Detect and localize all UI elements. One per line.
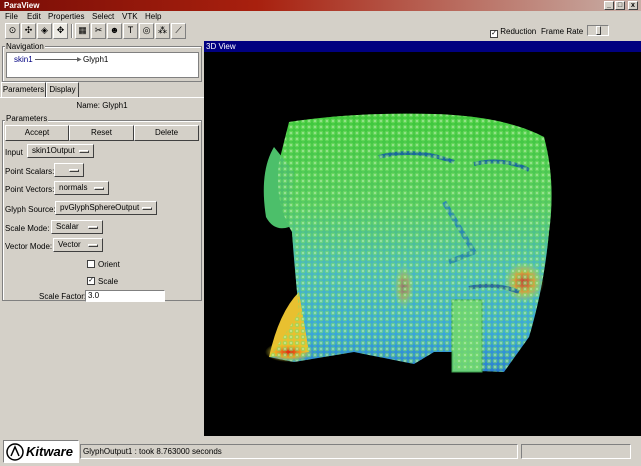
accept-button[interactable]: Accept xyxy=(5,125,69,141)
nav-arrow xyxy=(35,59,79,60)
view-header: 3D View xyxy=(204,41,641,52)
glyph-source-value: pvGlyphSphereOutput xyxy=(60,203,140,212)
tab-parameters[interactable]: Parameters xyxy=(1,82,46,98)
render-view[interactable] xyxy=(204,52,641,436)
reduction-control: ✓ Reduction xyxy=(490,27,536,38)
reset-camera-icon[interactable]: ⊙ xyxy=(5,23,20,39)
input-label: Input xyxy=(5,148,23,157)
maximize-button[interactable]: □ xyxy=(615,1,625,10)
menu-help[interactable]: Help xyxy=(145,12,161,21)
clip-icon[interactable]: ☻ xyxy=(107,23,122,39)
menu-indicator-icon xyxy=(94,187,104,190)
minimize-button[interactable]: _ xyxy=(604,1,614,10)
source-name: Name: Glyph1 xyxy=(76,101,128,110)
translate-icon[interactable]: ✥ xyxy=(53,23,68,39)
scale-factor-field[interactable]: 3.0 xyxy=(85,290,165,302)
point-scalars-menu[interactable] xyxy=(54,163,84,177)
scale-checkbox[interactable]: ✓ xyxy=(87,277,95,285)
reduction-checkbox[interactable]: ✓ xyxy=(490,30,498,38)
scale-factor-label: Scale Factor: xyxy=(39,292,87,301)
navigation-label: Navigation xyxy=(5,42,45,51)
glyph-head-render xyxy=(263,113,552,373)
vector-mode-label: Vector Mode: xyxy=(5,242,53,251)
toolbar: ⊙ ✣ ◈ ✥ ▦ ✂ ☻ T ◎ ⁂ ⟋ ✓ Reduction Frame … xyxy=(0,22,641,41)
kitware-logo: Kitware xyxy=(3,440,79,463)
view-title: 3D View xyxy=(206,42,236,51)
kitware-logo-icon xyxy=(6,443,24,461)
glyph-source-menu[interactable]: pvGlyphSphereOutput xyxy=(55,201,157,215)
menu-indicator-icon xyxy=(79,150,89,153)
fly-icon[interactable]: ◈ xyxy=(37,23,52,39)
menu-bar: File Edit Properties Select VTK Help xyxy=(0,11,641,22)
menu-vtk[interactable]: VTK xyxy=(122,12,138,21)
point-vectors-label: Point Vectors: xyxy=(5,185,55,194)
point-scalars-label: Point Scalars: xyxy=(5,167,55,176)
cut-icon[interactable]: ✂ xyxy=(91,23,106,39)
rotate-icon[interactable]: ✣ xyxy=(21,23,36,39)
nav-node-glyph1[interactable]: Glyph1 xyxy=(83,55,108,64)
contour-icon[interactable]: ◎ xyxy=(139,23,154,39)
probe-icon[interactable]: ⟋ xyxy=(171,23,186,39)
toolbar-separator xyxy=(71,24,73,38)
scale-mode-value: Scalar xyxy=(56,222,79,231)
frame-rate-slider[interactable] xyxy=(587,25,609,36)
glyph-source-label: Glyph Source: xyxy=(5,205,56,214)
parameters-group-label: Parameters xyxy=(5,114,49,123)
frame-rate-label: Frame Rate xyxy=(541,27,584,36)
menu-properties[interactable]: Properties xyxy=(48,12,84,21)
menu-file[interactable]: File xyxy=(5,12,18,21)
delete-button[interactable]: Delete xyxy=(134,125,199,141)
scale-label: Scale xyxy=(98,277,119,286)
navigation-window: skin1 ▶ Glyph1 xyxy=(6,52,199,78)
scale-mode-menu[interactable]: Scalar xyxy=(51,220,103,234)
calculator-icon[interactable]: ▦ xyxy=(75,23,90,39)
tab-display[interactable]: Display xyxy=(46,82,79,98)
input-menu[interactable]: skin1Output xyxy=(27,144,94,158)
status-message: GlyphOutput1 : took 8.763000 seconds xyxy=(80,444,518,459)
point-vectors-value: normals xyxy=(59,183,88,192)
nav-arrowhead-icon: ▶ xyxy=(77,57,82,63)
left-panel: Navigation skin1 ▶ Glyph1 Parameters Dis… xyxy=(0,41,204,436)
title-bar: ParaView _ □ x xyxy=(0,0,641,11)
vector-mode-menu[interactable]: Vector xyxy=(53,238,103,252)
close-button[interactable]: x xyxy=(628,1,638,10)
input-value: skin1Output xyxy=(32,146,75,155)
menu-select[interactable]: Select xyxy=(92,12,114,21)
point-vectors-menu[interactable]: normals xyxy=(54,181,109,195)
slider-thumb[interactable] xyxy=(596,26,601,35)
menu-indicator-icon xyxy=(142,207,152,210)
menu-indicator-icon xyxy=(88,226,98,229)
orient-label: Orient xyxy=(98,260,120,269)
reset-button[interactable]: Reset xyxy=(69,125,134,141)
glyph-icon[interactable]: ⁂ xyxy=(155,23,170,39)
threshold-icon[interactable]: T xyxy=(123,23,138,39)
kitware-logo-text: Kitware xyxy=(26,444,73,459)
window-title: ParaView xyxy=(4,1,40,10)
status-bar: Kitware GlyphOutput1 : took 8.763000 sec… xyxy=(0,436,641,466)
status-progress xyxy=(521,444,631,459)
menu-indicator-icon xyxy=(88,244,98,247)
scale-mode-label: Scale Mode: xyxy=(5,224,50,233)
menu-indicator-icon xyxy=(69,169,79,172)
orient-checkbox[interactable] xyxy=(87,260,95,268)
nav-node-skin1[interactable]: skin1 xyxy=(14,55,33,64)
vector-mode-value: Vector xyxy=(58,240,81,249)
menu-edit[interactable]: Edit xyxy=(27,12,41,21)
reduction-label: Reduction xyxy=(500,27,537,36)
